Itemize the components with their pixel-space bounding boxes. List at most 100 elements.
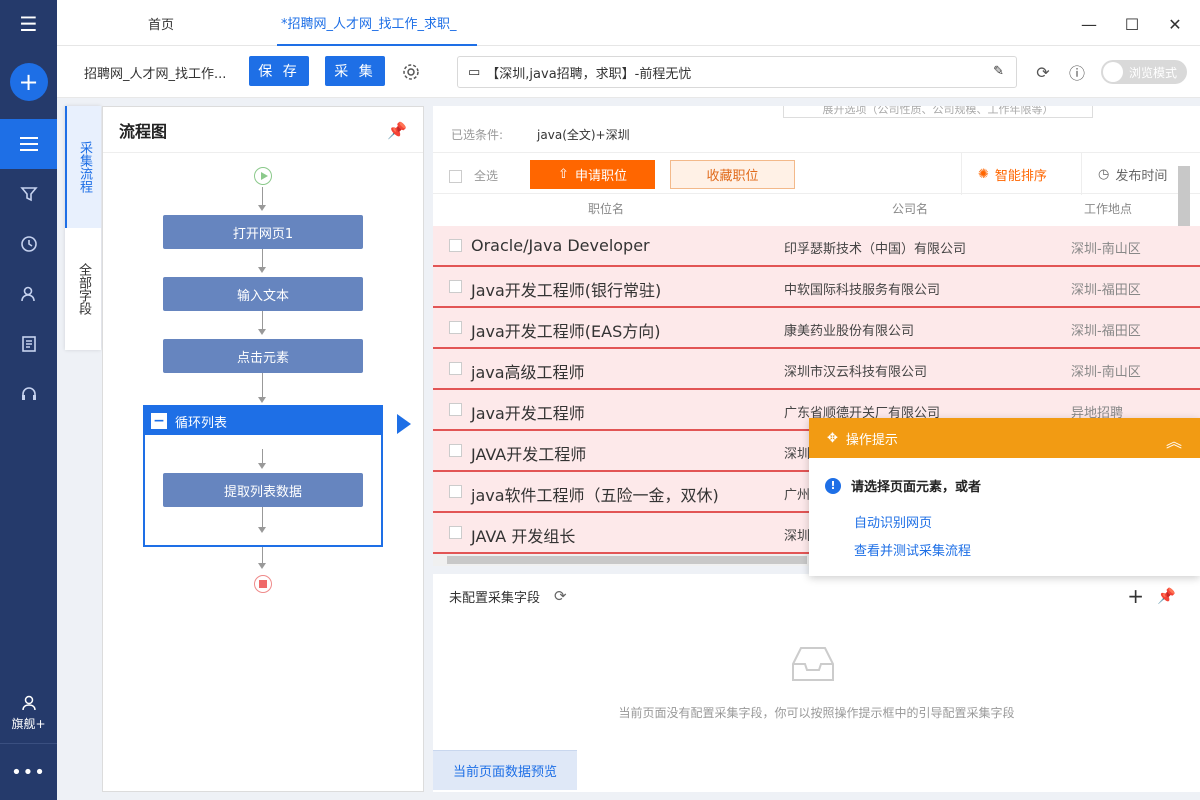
connector-arrow	[258, 527, 266, 533]
company-name[interactable]: 中软国际科技服务有限公司	[784, 279, 940, 298]
tip-header[interactable]: ✥ 操作提示 ︽	[809, 418, 1200, 458]
vertical-scrollbar[interactable]	[1178, 166, 1190, 226]
menu-collapse-icon[interactable]: ☰	[0, 0, 57, 47]
tab-task-label: *招聘网_人才网_找工作_求职_	[281, 16, 457, 32]
job-title[interactable]: java高级工程师	[471, 359, 585, 383]
favorite-job-button[interactable]: 收藏职位	[670, 160, 795, 189]
page-icon: ▭	[468, 64, 481, 80]
maximize-button[interactable]: ☐	[1120, 12, 1144, 36]
publish-time-sort[interactable]: ◷ 发布时间	[1081, 153, 1167, 195]
settings-gear-icon[interactable]	[400, 61, 422, 83]
sidebar-item-tasks[interactable]	[0, 119, 57, 169]
empty-inbox-icon	[792, 647, 834, 681]
pin-icon[interactable]: 📌	[1157, 587, 1176, 605]
flow-node-click[interactable]: 点击元素	[163, 339, 363, 373]
sidebar-item-team[interactable]	[0, 269, 57, 319]
job-title[interactable]: Java开发工程师(银行常驻)	[471, 277, 661, 301]
loop-header[interactable]: − 循环列表	[145, 407, 381, 435]
flow-node-extract[interactable]: 提取列表数据	[163, 473, 363, 507]
table-row[interactable]: Java开发工程师(EAS方向) 康美药业股份有限公司 深圳-福田区	[433, 308, 1200, 349]
smart-sort[interactable]: ✺ 智能排序	[961, 153, 1047, 195]
sidebar-item-support[interactable]	[0, 369, 57, 419]
row-checkbox[interactable]	[449, 239, 462, 252]
user-account[interactable]: 旗舰+	[0, 684, 57, 744]
job-title[interactable]: java软件工程师（五险一金，双休)	[471, 482, 719, 506]
filter-expand[interactable]: 展开选项（公司性质、公司规模、工作年限等）	[783, 106, 1093, 118]
company-name[interactable]: 深圳	[784, 525, 810, 544]
company-name[interactable]: 印孚瑟斯技术（中国）有限公司	[784, 238, 966, 257]
sidebar-item-history[interactable]	[0, 219, 57, 269]
user-plan-label: 旗舰+	[11, 717, 46, 731]
info-icon[interactable]: ⓘ	[1066, 61, 1088, 83]
document-icon	[21, 336, 36, 352]
row-checkbox[interactable]	[449, 403, 462, 416]
connector	[262, 311, 263, 329]
connector	[262, 373, 263, 399]
more-icon[interactable]: •••	[0, 744, 57, 800]
select-all[interactable]: 全选	[449, 167, 498, 184]
row-checkbox[interactable]	[449, 321, 462, 334]
empty-message: 当前页面没有配置采集字段，你可以按照操作提示框中的引导配置采集字段	[618, 706, 1015, 720]
collect-button[interactable]: 采 集	[325, 56, 385, 86]
operation-tip-panel: ✥ 操作提示 ︽ ! 请选择页面元素，或者 自动识别网页 查看并测试采集流程	[809, 418, 1200, 576]
tab-flow[interactable]: 采集流程	[65, 106, 101, 228]
new-task-button[interactable]: +	[9, 63, 48, 101]
tip-title: 操作提示	[845, 432, 898, 448]
tab-task[interactable]: *招聘网_人才网_找工作_求职_	[277, 0, 477, 46]
refresh-icon[interactable]: ⟳	[1032, 61, 1054, 83]
flow-node-open-page[interactable]: 打开网页1	[163, 215, 363, 249]
job-title[interactable]: Java开发工程师(EAS方向)	[471, 318, 661, 342]
toggle-knob	[1103, 62, 1123, 82]
headset-icon	[21, 387, 36, 400]
tab-home[interactable]: 首页	[148, 0, 174, 46]
row-checkbox[interactable]	[449, 280, 462, 293]
table-row[interactable]: Oracle/Java Developer 印孚瑟斯技术（中国）有限公司 深圳-南山…	[433, 226, 1200, 267]
row-checkbox[interactable]	[449, 485, 462, 498]
company-name[interactable]: 广州	[784, 484, 810, 503]
loop-list-block[interactable]: − 循环列表 提取列表数据	[143, 405, 383, 547]
edit-url-icon[interactable]: ✎	[993, 64, 1004, 79]
job-title[interactable]: JAVA开发工程师	[471, 441, 586, 465]
job-title[interactable]: Java开发工程师	[471, 400, 585, 424]
browse-mode-toggle[interactable]: 浏览模式	[1101, 60, 1187, 84]
tab-all-fields[interactable]: 全部字段	[65, 228, 101, 350]
company-name[interactable]: 康美药业股份有限公司	[784, 320, 914, 339]
tab-bar: 首页 *招聘网_人才网_找工作_求职_ — ☐ ✕	[57, 0, 1200, 46]
refresh-icon[interactable]: ⟳	[554, 587, 567, 605]
company-name[interactable]: 深圳市汉云科技有限公司	[784, 361, 927, 380]
auto-detect-link[interactable]: 自动识别网页	[854, 512, 932, 531]
table-row[interactable]: java高级工程师 深圳市汉云科技有限公司 深圳-南山区	[433, 349, 1200, 390]
row-checkbox[interactable]	[449, 362, 462, 375]
row-checkbox[interactable]	[449, 444, 462, 457]
flow-node-input-text[interactable]: 输入文本	[163, 277, 363, 311]
apply-job-button[interactable]: ⇧ 申请职位	[530, 160, 655, 189]
row-checkbox[interactable]	[449, 526, 462, 539]
move-icon[interactable]: ✥	[827, 431, 838, 446]
vertical-tabs: 采集流程 全部字段	[65, 106, 101, 350]
save-button[interactable]: 保 存	[249, 56, 309, 86]
pin-icon[interactable]: 📌	[387, 121, 407, 140]
smart-sort-label: 智能排序	[994, 168, 1047, 184]
connector-arrow	[258, 563, 266, 569]
tab-data-preview[interactable]: 当前页面数据预览	[433, 750, 577, 790]
company-name[interactable]: 深圳	[784, 443, 810, 462]
minimize-button[interactable]: —	[1077, 12, 1101, 36]
sidebar-item-docs[interactable]	[0, 319, 57, 369]
url-bar[interactable]: ▭ 【深圳,java招聘，求职】-前程无忧 ✎	[457, 56, 1017, 88]
col-position: 职位名	[588, 202, 625, 216]
table-row[interactable]: Java开发工程师(银行常驻) 中软国际科技服务有限公司 深圳-福田区	[433, 267, 1200, 308]
test-flow-link[interactable]: 查看并测试采集流程	[854, 540, 971, 559]
collapse-icon[interactable]: −	[151, 413, 167, 429]
task-title[interactable]: 招聘网_人才网_找工作...	[84, 63, 226, 82]
flowchart-title: 流程图	[103, 107, 423, 153]
job-title[interactable]: JAVA 开发组长	[471, 523, 575, 547]
scroll-thumb[interactable]	[447, 556, 807, 564]
collapse-up-icon[interactable]: ︽	[1166, 428, 1182, 452]
connector	[262, 249, 263, 267]
select-all-checkbox[interactable]	[449, 170, 462, 183]
add-field-icon[interactable]: +	[1127, 584, 1144, 608]
sidebar-item-templates[interactable]	[0, 169, 57, 219]
user-icon	[21, 695, 36, 711]
close-button[interactable]: ✕	[1163, 12, 1187, 36]
job-title[interactable]: Oracle/Java Developer	[471, 236, 650, 255]
